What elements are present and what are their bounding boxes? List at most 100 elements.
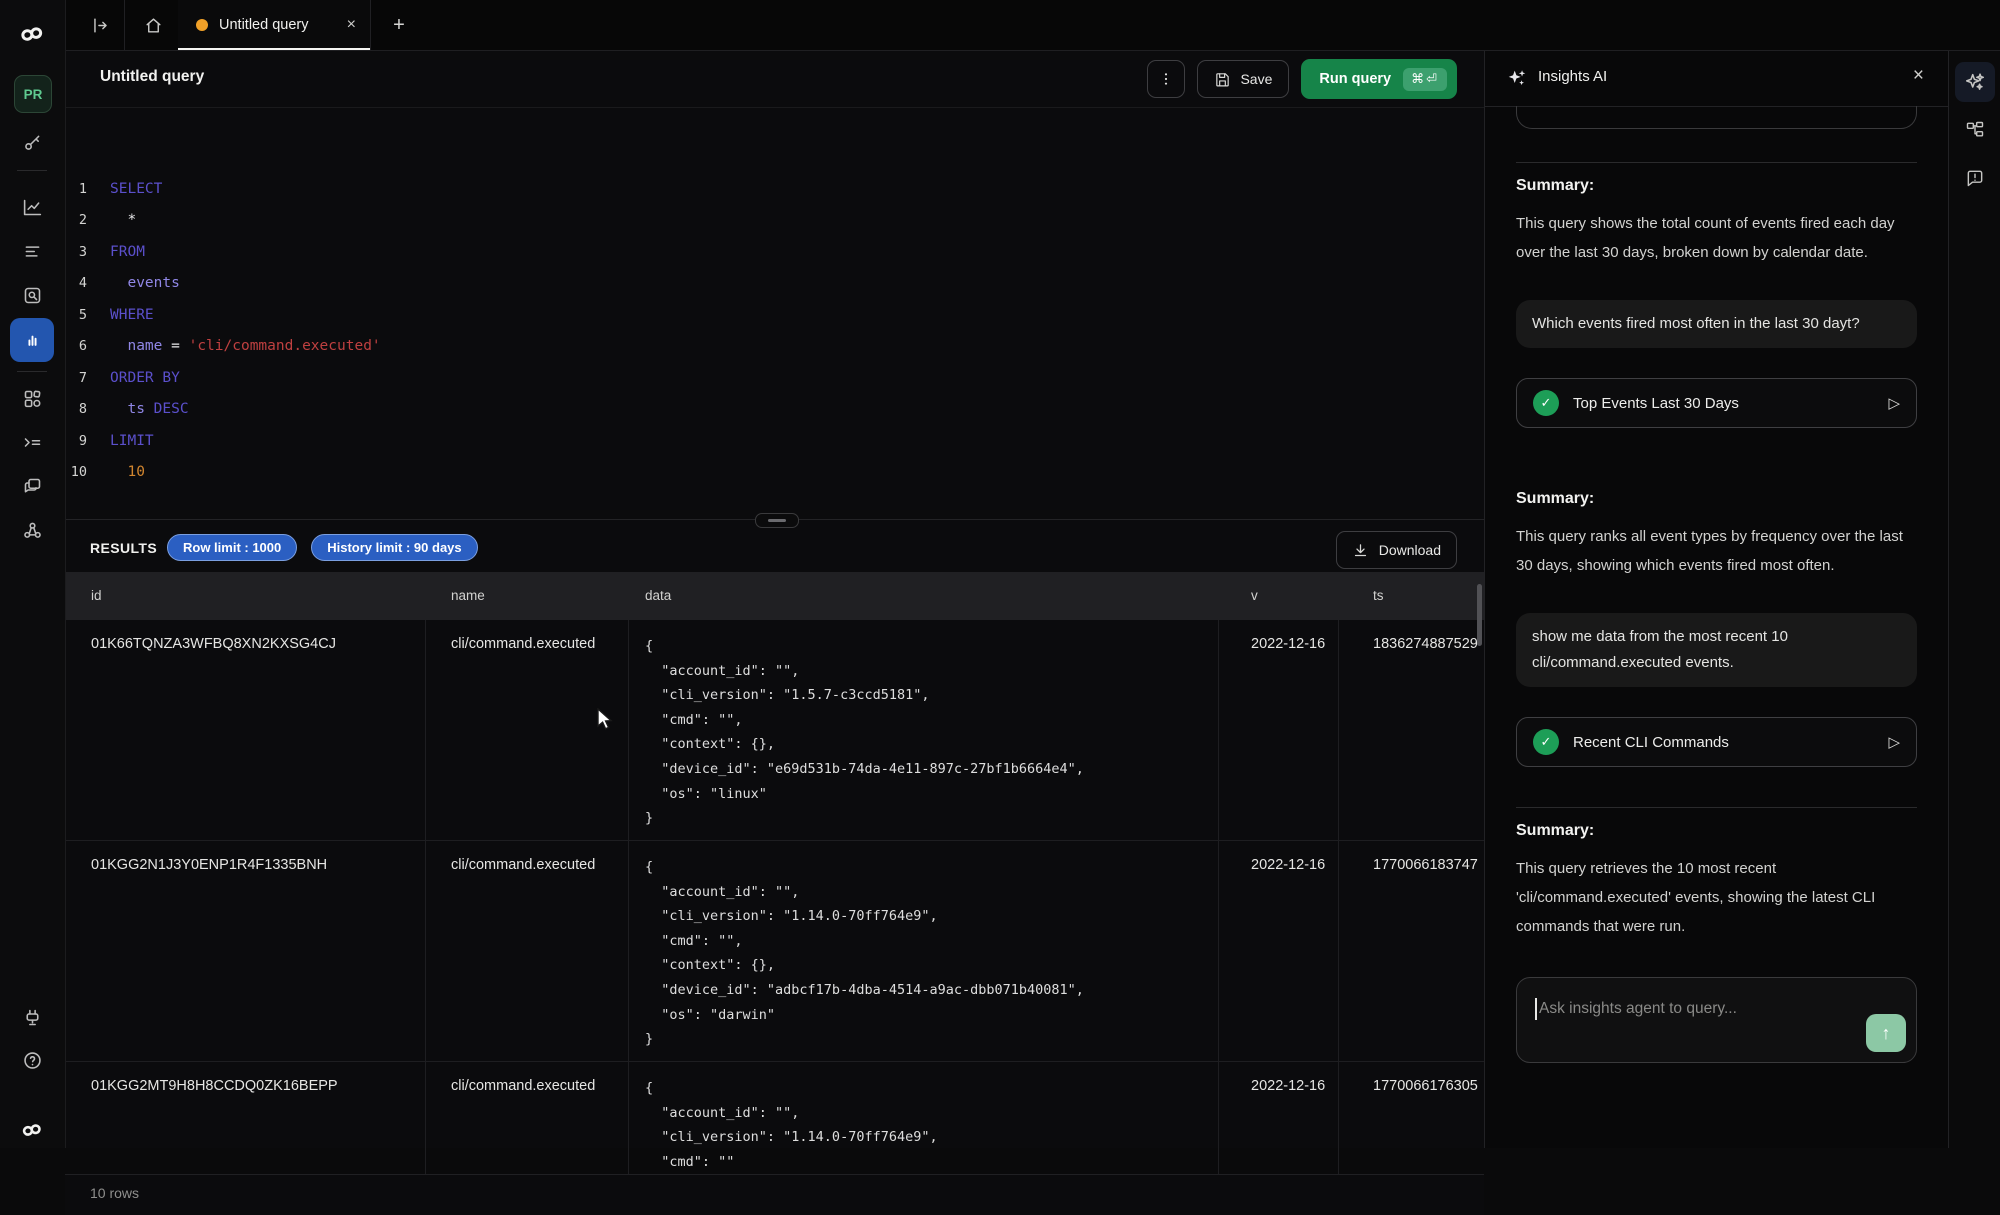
table-header-row: id name data v ts — [65, 572, 1484, 620]
tab-bar: Untitled query × + — [65, 0, 2000, 51]
run-query-label: Run query — [1319, 71, 1391, 87]
json-line: "cli_version": "1.14.0-70ff764e9", — [645, 904, 1218, 929]
results-label: RESULTS — [90, 540, 157, 556]
code-line[interactable]: 1SELECT — [65, 173, 1484, 205]
code-line[interactable]: 5WHERE — [65, 299, 1484, 331]
cell-ts: 1770066183747 — [1338, 841, 1484, 1061]
cell-v: 2022-12-16 — [1218, 620, 1338, 840]
sidebar-item-messages[interactable] — [10, 464, 54, 508]
action-label: Top Events Last 30 Days — [1573, 395, 1874, 412]
user-message-bubble: Which events fired most often in the las… — [1516, 300, 1917, 348]
text-caret — [1535, 998, 1537, 1020]
sql-token: 10 — [110, 464, 145, 480]
download-button[interactable]: Download — [1336, 531, 1457, 569]
sidebar-item-help[interactable] — [10, 1038, 54, 1082]
run-query-button[interactable]: Run query ⌘⏎ — [1301, 59, 1457, 99]
column-header-ts[interactable]: ts — [1373, 588, 1384, 603]
results-toolbar: RESULTS Row limit : 1000 History limit : … — [65, 528, 1484, 572]
sql-token: 'cli/command.executed' — [189, 338, 381, 354]
sidebar-item-functions[interactable] — [10, 420, 54, 464]
feedback-tab[interactable] — [1955, 158, 1995, 198]
code-line[interactable]: 6 name = 'cli/command.executed' — [65, 331, 1484, 363]
table-row[interactable]: 01KGG2N1J3Y0ENP1R4F1335BNHcli/command.ex… — [65, 841, 1484, 1062]
table-body: 01K66TQNZA3WFBQ8XN2KXSG4CJcli/command.ex… — [65, 620, 1484, 1174]
tab-separator — [124, 0, 125, 50]
section-divider — [1516, 807, 1917, 808]
code-line[interactable]: 2 * — [65, 205, 1484, 237]
sql-token: FROM — [110, 244, 145, 260]
save-button[interactable]: Save — [1197, 60, 1289, 98]
sql-token: ORDER BY — [110, 370, 180, 386]
sidebar-item-trends[interactable] — [10, 185, 54, 229]
main-content: Untitled query Save Run query ⌘⏎ 1SELECT… — [65, 50, 1484, 1148]
code-line[interactable]: 7 ORDER BY — [65, 362, 1484, 394]
column-header-name[interactable]: name — [451, 588, 485, 603]
splitter-handle[interactable] — [755, 513, 799, 528]
sidebar-item-apps[interactable] — [10, 376, 54, 420]
input-placeholder: Ask insights agent to query... — [1539, 1000, 1737, 1018]
editor-results-splitter[interactable] — [65, 512, 1484, 528]
row-count: 10 rows — [90, 1185, 139, 1201]
column-header-id[interactable]: id — [91, 588, 102, 603]
code-line[interactable]: 3FROM — [65, 236, 1484, 268]
summary-block: Summary:This query shows the total count… — [1516, 177, 1917, 267]
sidebar-item-connections[interactable] — [10, 995, 54, 1039]
table-row[interactable]: 01K66TQNZA3WFBQ8XN2KXSG4CJcli/command.ex… — [65, 620, 1484, 841]
sidebar-item-query[interactable] — [10, 318, 54, 362]
tab-separator — [370, 0, 371, 50]
code-text: events — [110, 275, 180, 291]
table-row[interactable]: 01KGG2MT9H8H8CCDQ0ZK16BEPPcli/command.ex… — [65, 1062, 1484, 1174]
collapse-sidebar-button[interactable] — [78, 0, 122, 50]
sidebar-item-explore[interactable] — [10, 273, 54, 317]
new-tab-button[interactable]: + — [377, 0, 421, 50]
code-line[interactable]: 4 events — [65, 268, 1484, 300]
sql-editor[interactable]: 1SELECT2 *3FROM4 events5WHERE6 name = 'c… — [65, 157, 1484, 513]
download-icon — [1352, 542, 1369, 559]
check-circle-icon: ✓ — [1533, 390, 1559, 416]
json-line: "cli_version": "1.14.0-70ff764e9", — [645, 1125, 1218, 1150]
schema-tree-tab[interactable] — [1955, 110, 1995, 150]
code-text: LIMIT — [110, 433, 154, 449]
table-scrollbar[interactable] — [1477, 584, 1482, 646]
home-button[interactable] — [128, 0, 178, 50]
code-text: WHERE — [110, 307, 154, 323]
json-line: { — [645, 634, 1218, 659]
line-number: 7 — [65, 370, 87, 386]
sql-token: WHERE — [110, 307, 154, 323]
saved-query-action-button[interactable]: ✓ Top Events Last 30 Days ▷ — [1516, 378, 1917, 428]
tab-untitled-query[interactable]: Untitled query × — [178, 0, 370, 50]
code-line[interactable]: 8 ts DESC — [65, 394, 1484, 426]
sidebar-item-webhooks[interactable] — [10, 508, 54, 552]
insights-ai-tab[interactable] — [1955, 62, 1995, 102]
code-line[interactable]: 9 LIMIT — [65, 425, 1484, 457]
sparkles-icon — [1506, 67, 1528, 89]
limit-badge[interactable]: Row limit : 1000 — [167, 534, 297, 561]
code-line[interactable]: 10 10 — [65, 457, 1484, 489]
query-menu-button[interactable] — [1147, 60, 1185, 98]
cell-name: cli/command.executed — [425, 841, 628, 1061]
summary-text: This query ranks all event types by freq… — [1516, 522, 1917, 580]
line-number: 9 — [65, 433, 87, 449]
sidebar-item-keys[interactable] — [10, 120, 54, 164]
sql-token: * — [110, 212, 136, 228]
sidebar-item-events[interactable] — [10, 229, 54, 273]
json-line: "context": {}, — [645, 953, 1218, 978]
ask-insights-input[interactable]: Ask insights agent to query... ↑ — [1516, 977, 1917, 1063]
query-title: Untitled query — [100, 68, 204, 86]
code-text: ts DESC — [110, 401, 189, 417]
insights-close-icon[interactable]: × — [1913, 65, 1924, 87]
json-line: "context": {}, — [645, 732, 1218, 757]
column-header-v[interactable]: v — [1251, 588, 1258, 603]
query-header: Untitled query Save Run query ⌘⏎ — [65, 50, 1484, 108]
limit-badge[interactable]: History limit : 90 days — [311, 534, 477, 561]
play-icon[interactable]: ▷ — [1888, 394, 1900, 412]
saved-query-action-button[interactable]: ✓Recent CLI Commands▷ — [1516, 717, 1917, 767]
play-icon[interactable]: ▷ — [1888, 733, 1900, 751]
tab-close-icon[interactable]: × — [339, 16, 356, 34]
workspace-avatar[interactable]: PR — [14, 75, 52, 113]
send-button[interactable]: ↑ — [1866, 1014, 1906, 1052]
cell-data: { "account_id": "", "cli_version": "1.14… — [628, 841, 1218, 1061]
line-number: 2 — [65, 212, 87, 228]
cell-ts: 1836274887529 — [1338, 620, 1484, 840]
column-header-data[interactable]: data — [645, 588, 671, 603]
